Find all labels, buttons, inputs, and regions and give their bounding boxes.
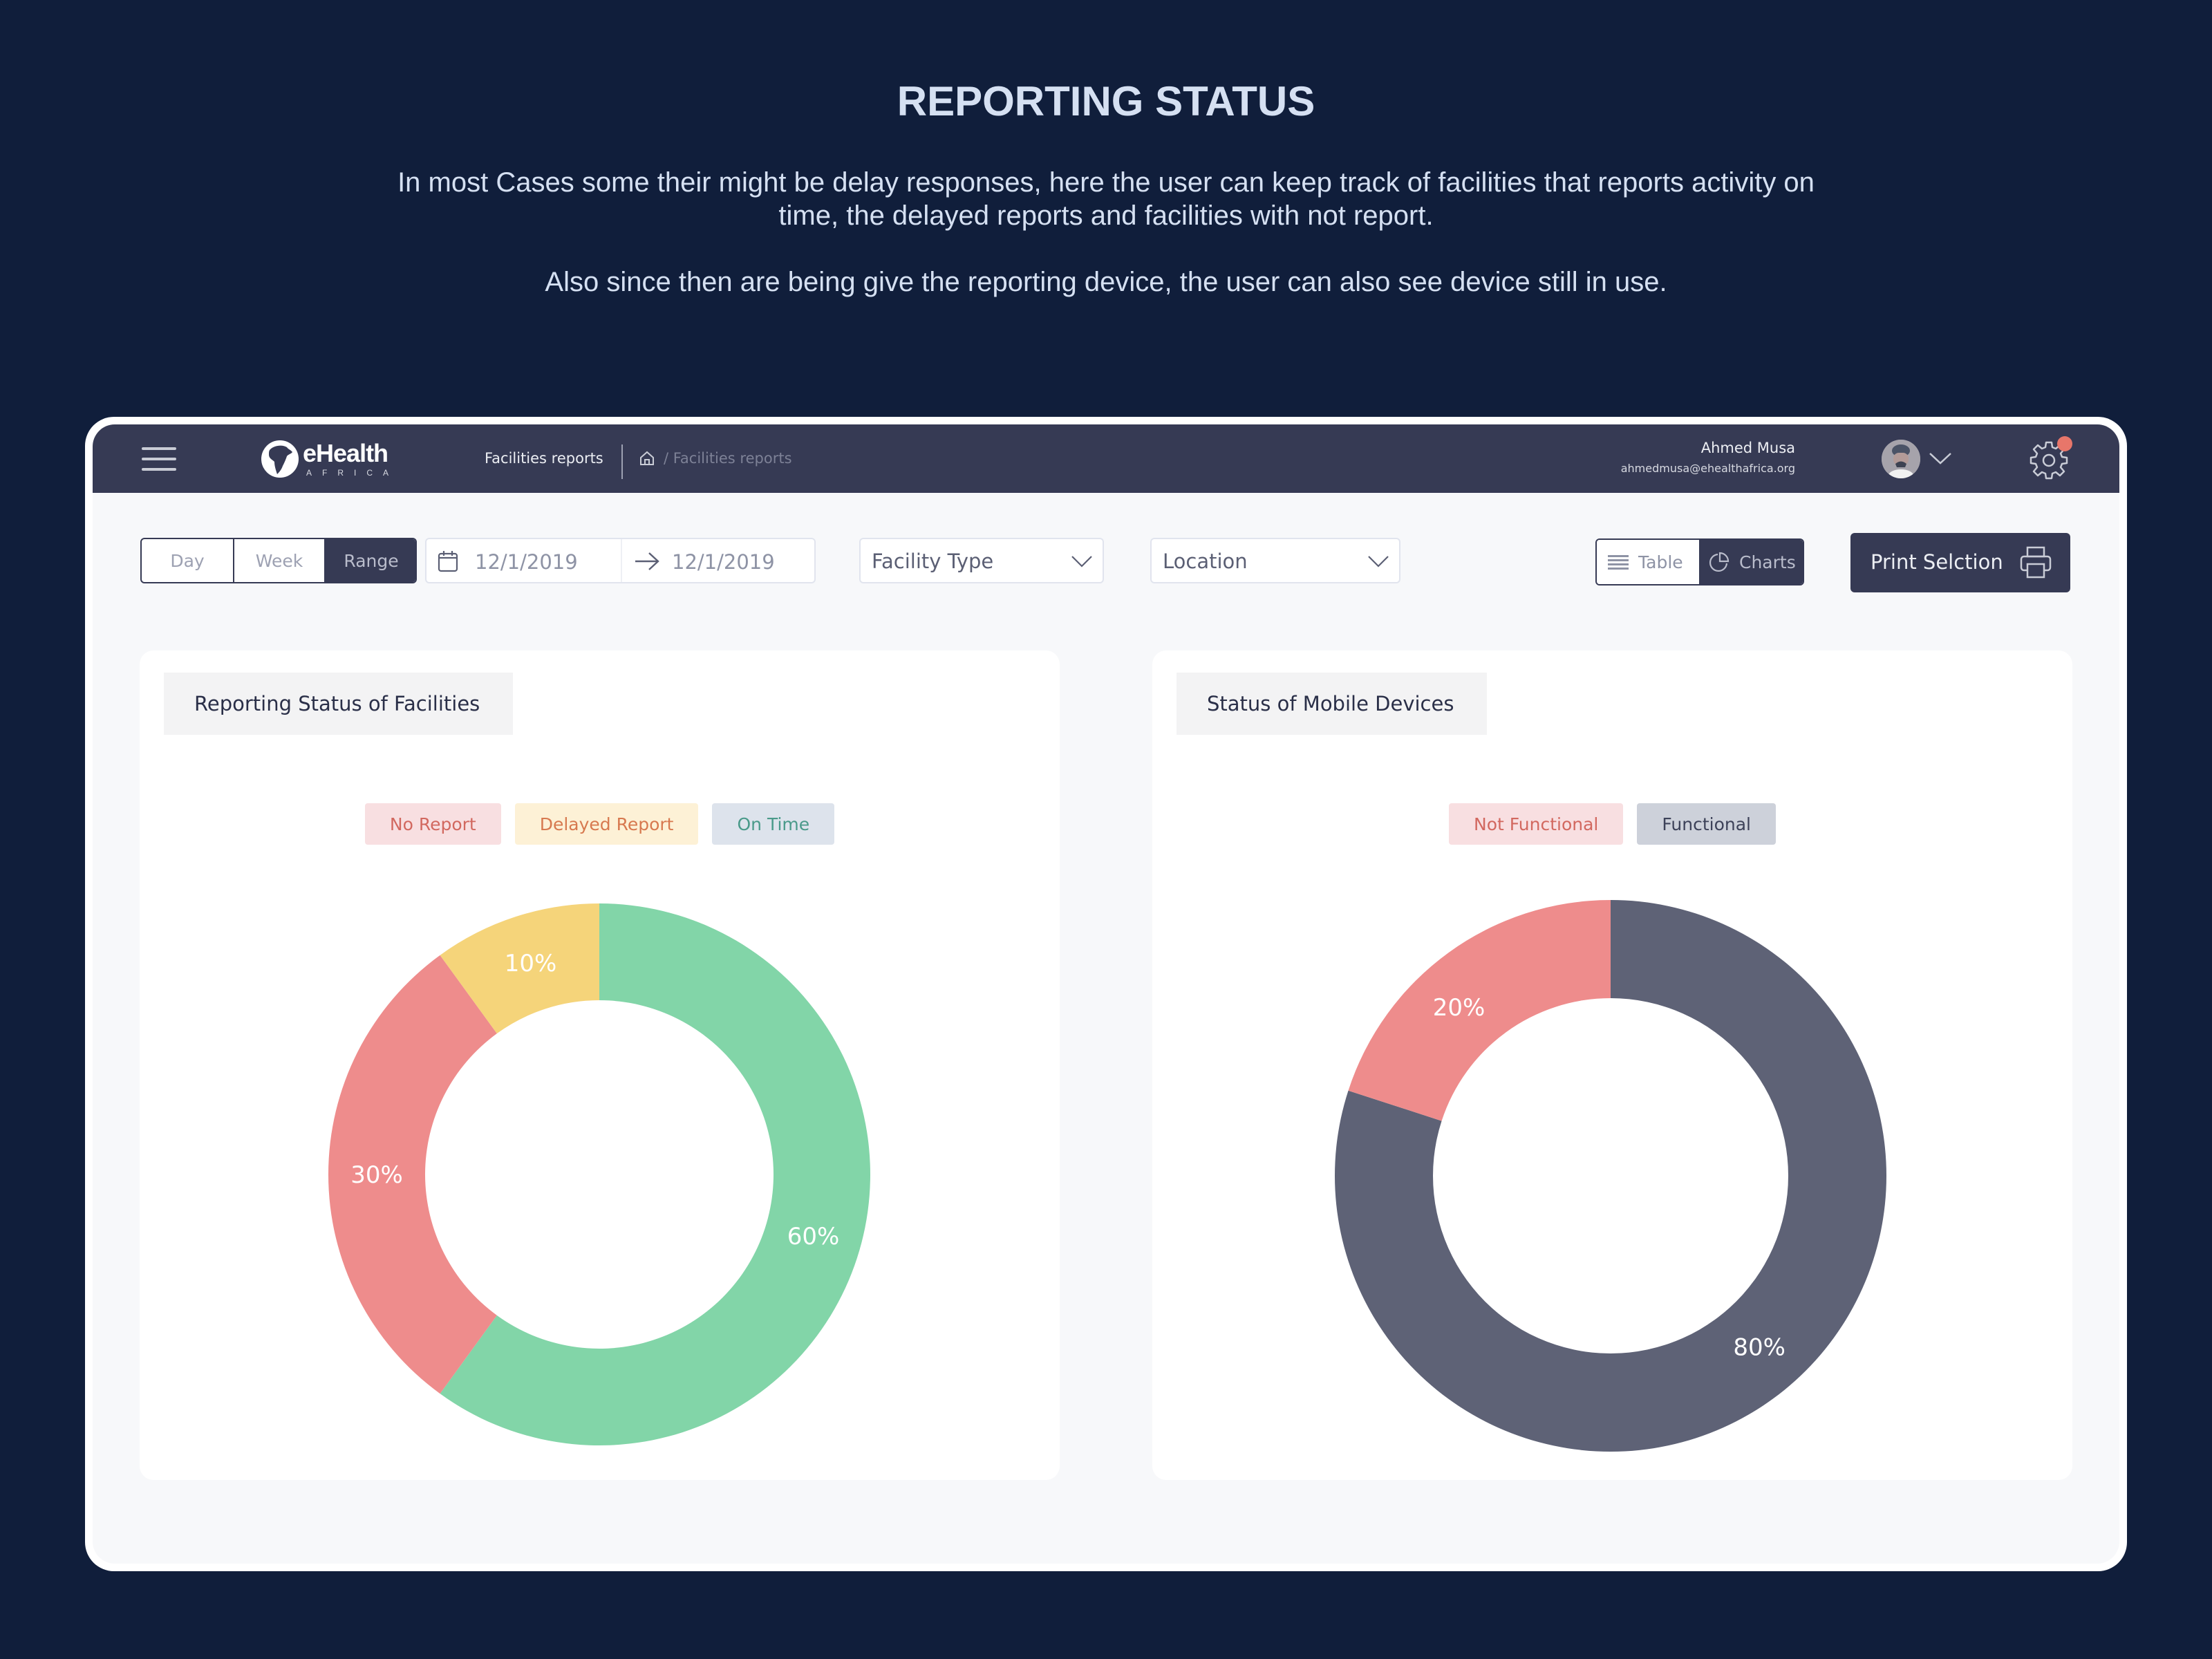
description-paragraph-2: Also since then are being give the repor… (545, 267, 1667, 297)
africa-globe-icon (261, 440, 299, 478)
calendar-icon (438, 551, 458, 572)
charts-view-button[interactable]: Charts (1699, 540, 1803, 584)
table-view-label: Table (1638, 552, 1683, 572)
chevron-down-icon[interactable] (1929, 451, 1952, 466)
user-name: Ahmed Musa (1700, 440, 1795, 456)
location-dropdown[interactable]: Location (1150, 538, 1400, 583)
mobile-devices-donut-chart: 80% 20% (1335, 900, 1886, 1452)
top-navigation-bar: eHealth AFRICA Facilities reports / Faci… (93, 424, 2119, 493)
printer-icon (2020, 546, 2052, 579)
logo-subtitle: AFRICA (306, 468, 400, 478)
user-email: ahmedmusa@ehealthafrica.org (1620, 462, 1795, 475)
table-view-button[interactable]: Table (1597, 540, 1699, 584)
arrow-right-icon (635, 552, 659, 570)
date-range-picker[interactable]: 12/1/2019 12/1/2019 (425, 538, 816, 583)
page-title: REPORTING STATUS (897, 78, 1315, 124)
data-label-no-report: 30% (350, 1161, 403, 1189)
list-icon (1608, 555, 1629, 570)
view-toggle: Table Charts (1595, 538, 1804, 585)
period-week-button[interactable]: Week (234, 539, 324, 582)
current-page-label: Facilities reports (485, 450, 603, 467)
mobile-devices-card: Status of Mobile Devices Not Functional F… (1152, 650, 2072, 1480)
user-avatar-icon (1882, 440, 1920, 478)
home-icon[interactable] (639, 450, 655, 467)
period-range-button[interactable]: Range (324, 539, 415, 582)
notification-dot (2057, 436, 2072, 451)
description-line-1: In most Cases some their might be delay … (397, 167, 1815, 198)
location-value: Location (1163, 550, 1248, 573)
facility-type-value: Facility Type (872, 550, 994, 573)
chevron-down-icon (1071, 556, 1092, 568)
ehealth-africa-logo[interactable]: eHealth AFRICA (261, 438, 406, 481)
print-selection-label: Print Selction (1871, 550, 2003, 574)
start-date-input[interactable]: 12/1/2019 (475, 550, 578, 574)
print-selection-button[interactable]: Print Selction (1850, 533, 2070, 592)
data-label-functional: 80% (1733, 1334, 1785, 1362)
chevron-down-icon (1368, 556, 1389, 568)
end-date-input[interactable]: 12/1/2019 (672, 550, 775, 574)
reporting-status-card: Reporting Status of Facilities No Report… (140, 650, 1060, 1480)
period-selector: Day Week Range (140, 538, 417, 583)
date-separator (621, 539, 622, 582)
avatar[interactable] (1882, 440, 1920, 478)
data-label-on-time: 60% (787, 1223, 840, 1250)
menu-icon[interactable] (142, 447, 176, 471)
logo-wordmark: eHealth (303, 439, 388, 467)
facility-type-dropdown[interactable]: Facility Type (859, 538, 1104, 583)
description-line-2: time, the delayed reports and facilities… (778, 200, 1434, 231)
app-content: eHealth AFRICA Facilities reports / Faci… (93, 424, 2119, 1564)
breadcrumb[interactable]: / Facilities reports (664, 448, 792, 469)
pie-chart-icon (1709, 552, 1730, 572)
reporting-status-donut-chart: 60% 30% 10% (328, 903, 870, 1445)
period-day-button[interactable]: Day (142, 539, 234, 582)
charts-view-label: Charts (1739, 552, 1796, 572)
header-divider (621, 444, 623, 479)
data-label-delayed-report: 10% (505, 950, 557, 977)
data-label-not-functional: 20% (1433, 994, 1485, 1022)
app-window: eHealth AFRICA Facilities reports / Faci… (85, 417, 2127, 1571)
